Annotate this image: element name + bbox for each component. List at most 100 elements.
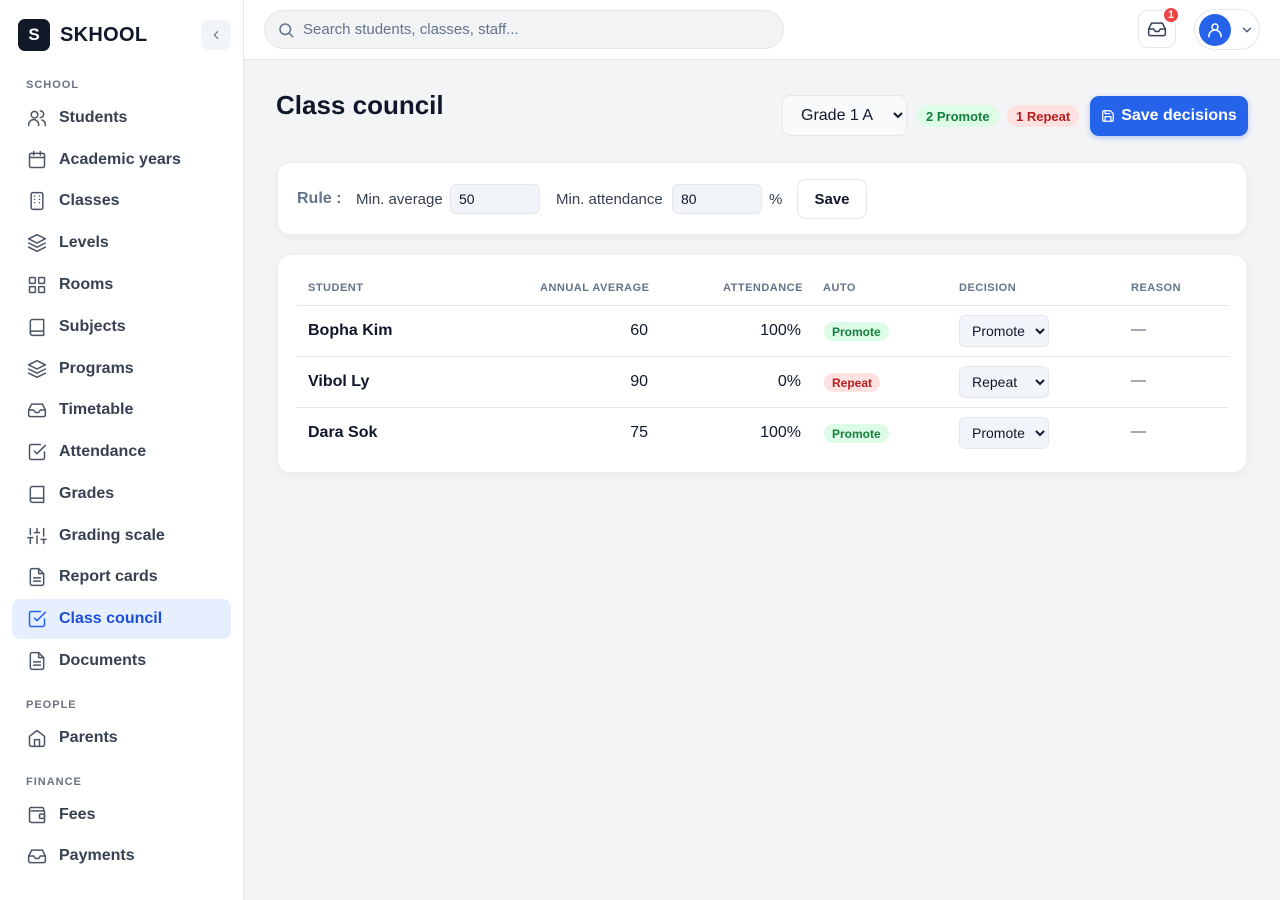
sidebar-item-programs[interactable]: Programs <box>12 349 231 389</box>
layers-icon <box>26 232 48 254</box>
min-average-label: Min. average <box>356 191 443 208</box>
reason-value: — <box>1131 372 1146 389</box>
sidebar-item-students[interactable]: Students <box>12 98 231 138</box>
student-name: Bopha Kim <box>308 322 393 339</box>
sidebar-item-label: Grading scale <box>59 527 165 544</box>
sidebar-item-classes[interactable]: Classes <box>12 181 231 221</box>
auto-status-badge: Promote <box>824 424 889 443</box>
council-table: STUDENT ANNUAL AVERAGE ATTENDANCE AUTO D… <box>277 254 1247 473</box>
app-logo: S <box>18 19 50 51</box>
class-select[interactable]: Grade 1 A <box>782 95 907 136</box>
wallet-icon <box>26 804 48 826</box>
layers-icon <box>26 358 48 380</box>
inbox-icon <box>26 399 48 421</box>
column-header-student: STUDENT <box>308 282 364 294</box>
users-icon <box>26 107 48 129</box>
column-header-annual-average: ANNUAL AVERAGE <box>540 282 650 294</box>
search-input[interactable] <box>303 21 763 38</box>
sidebar-item-label: Report cards <box>59 568 158 585</box>
app-name: SKHOOL <box>60 23 148 46</box>
sidebar-item-label: Payments <box>59 847 135 864</box>
sidebar-item-rooms[interactable]: Rooms <box>12 265 231 305</box>
min-average-input[interactable] <box>450 184 540 214</box>
user-menu-button[interactable] <box>1194 9 1260 50</box>
student-name: Dara Sok <box>308 424 378 441</box>
auto-status-badge: Promote <box>824 322 889 341</box>
save-decisions-label: Save decisions <box>1121 107 1237 124</box>
sidebar-item-label: Subjects <box>59 318 126 335</box>
decision-select[interactable]: Promote Repeat <box>959 366 1049 398</box>
table-row: Vibol Ly 90 0% Repeat Promote Repeat — <box>297 356 1228 407</box>
percent-label: % <box>769 191 783 208</box>
notification-badge: 1 <box>1162 6 1180 24</box>
rule-card: Rule : Min. average Min. attendance % Sa… <box>277 162 1247 235</box>
save-icon <box>1102 110 1115 122</box>
sidebar-item-grading-scale[interactable]: Grading scale <box>12 516 231 556</box>
inbox-icon <box>1147 22 1167 37</box>
sidebar-item-label: Rooms <box>59 276 114 293</box>
section-label-people: PEOPLE <box>26 699 77 711</box>
check-square-icon <box>26 441 48 463</box>
save-decisions-button[interactable]: Save decisions <box>1090 96 1248 136</box>
repeat-summary-badge: 1 Repeat <box>1007 105 1080 127</box>
sidebar-item-attendance[interactable]: Attendance <box>12 432 231 472</box>
avatar <box>1199 13 1231 46</box>
attendance-value: 100% <box>760 322 801 339</box>
reason-value: — <box>1131 321 1146 338</box>
sidebar-item-fees[interactable]: Fees <box>12 795 231 835</box>
sidebar-item-label: Academic years <box>59 151 181 168</box>
sidebar-item-class-council[interactable]: Class council <box>12 599 231 639</box>
page-title: Class council <box>276 90 444 120</box>
collapse-sidebar-button[interactable] <box>201 20 231 50</box>
annual-average: 75 <box>630 424 648 441</box>
sidebar-item-label: Fees <box>59 806 96 823</box>
attendance-value: 100% <box>760 424 801 441</box>
annual-average: 90 <box>630 373 648 390</box>
check-square-icon <box>26 608 48 630</box>
sidebar-item-parents[interactable]: Parents <box>12 718 231 758</box>
decision-select[interactable]: Promote Repeat <box>959 417 1049 449</box>
sidebar-item-subjects[interactable]: Subjects <box>12 307 231 347</box>
brand[interactable]: S SKHOOL <box>18 19 147 51</box>
sidebar-item-levels[interactable]: Levels <box>12 223 231 263</box>
sliders-icon <box>26 525 48 547</box>
min-attendance-input[interactable] <box>672 184 762 214</box>
auto-status-badge: Repeat <box>824 373 881 392</box>
search-box[interactable] <box>264 10 784 49</box>
sidebar-item-label: Attendance <box>59 443 147 460</box>
sidebar-item-label: Parents <box>59 729 118 746</box>
sidebar-item-label: Grades <box>59 485 115 502</box>
file-text-icon <box>26 650 48 672</box>
sidebar-item-report-cards[interactable]: Report cards <box>12 557 231 597</box>
sidebar-item-label: Classes <box>59 192 120 209</box>
book-icon <box>26 483 48 505</box>
rule-title: Rule : <box>297 190 342 207</box>
topbar: 1 <box>244 0 1280 60</box>
save-rule-button[interactable]: Save <box>797 179 867 219</box>
book-icon <box>26 316 48 338</box>
sidebar-item-grades[interactable]: Grades <box>12 474 231 514</box>
column-header-auto: AUTO <box>823 282 856 294</box>
min-attendance-label: Min. attendance <box>556 191 663 208</box>
table-row: Bopha Kim 60 100% Promote Promote Repeat… <box>297 305 1228 356</box>
user-icon <box>1208 22 1222 37</box>
chevron-left-icon <box>213 30 219 40</box>
calendar-icon <box>26 149 48 171</box>
section-label-finance: FINANCE <box>26 776 82 788</box>
sidebar-item-timetable[interactable]: Timetable <box>12 390 231 430</box>
sidebar-item-label: Timetable <box>59 401 134 418</box>
sidebar-item-payments[interactable]: Payments <box>12 836 231 876</box>
sidebar-item-label: Students <box>59 109 128 126</box>
column-header-reason: REASON <box>1131 282 1182 294</box>
reason-value: — <box>1131 423 1146 440</box>
sidebar-item-documents[interactable]: Documents <box>12 641 231 681</box>
search-icon <box>279 22 294 37</box>
column-header-decision: DECISION <box>959 282 1017 294</box>
section-label-school: SCHOOL <box>26 79 80 91</box>
sidebar-item-academic-years[interactable]: Academic years <box>12 140 231 180</box>
decision-select[interactable]: Promote Repeat <box>959 315 1049 347</box>
file-text-icon <box>26 566 48 588</box>
grid-icon <box>26 274 48 296</box>
building-icon <box>26 190 48 212</box>
sidebar: S SKHOOL SCHOOL Students Academic years … <box>0 0 244 900</box>
